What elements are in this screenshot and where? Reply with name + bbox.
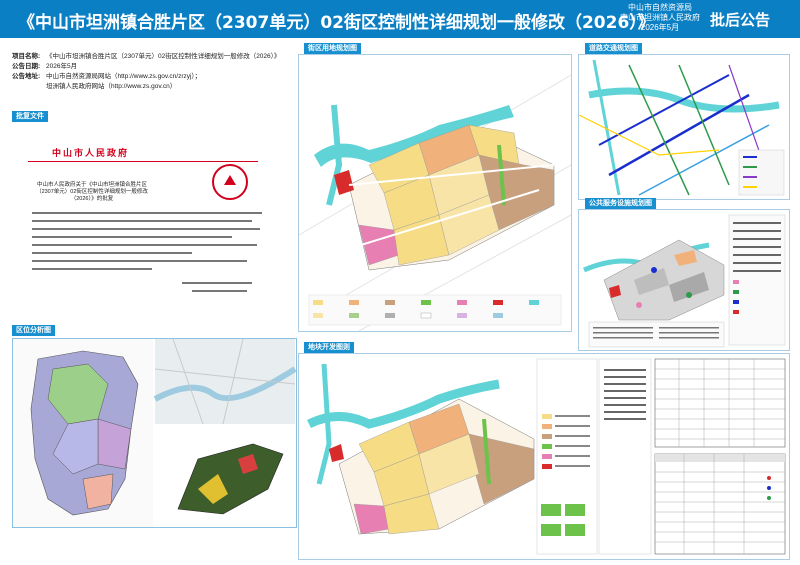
issuer-block: 中山市自然资源局 中山市坦洲镇人民政府 2026年5月: [605, 3, 715, 33]
landuse-map-panel: [298, 54, 572, 332]
doc-divider: [28, 161, 258, 162]
facility-map-panel: [578, 209, 790, 351]
info-key: 项目名称:: [12, 53, 41, 60]
info-value: 2026年5月: [46, 63, 78, 70]
section-label-traffic: 道路交通规划图: [585, 43, 642, 54]
info-row-project: 项目名称: 《中山市坦洲镇合胜片区（2307单元）02街区控制性详细规划一般修改…: [12, 52, 297, 62]
issuer-line2: 中山市坦洲镇人民政府: [620, 13, 700, 22]
info-key: 公告日期:: [12, 63, 41, 70]
location-panel: [12, 338, 297, 528]
address-line: 中山市自然资源局网站（http://www.zs.gov.cn/zrzyj）；: [46, 73, 202, 80]
section-label-approval: 批复文件: [12, 111, 48, 122]
traffic-map-panel: [578, 54, 790, 200]
plot-map: [299, 354, 789, 559]
approval-document: 中山市人民政府 中山市人民政府关于《中山市坦洲镇合胜片区（2307单元）02街区…: [12, 124, 295, 316]
landuse-map: [299, 55, 571, 331]
info-value: 《中山市坦洲镇合胜片区（2307单元）02街区控制性详细规划一般修改（2026）…: [46, 53, 281, 60]
section-label-plot: 地块开发图则: [304, 342, 354, 353]
doc-body-lines: [32, 212, 262, 292]
doc-letterhead: 中山市人民政府: [52, 148, 130, 158]
issuer-line1: 中山市自然资源局: [628, 3, 692, 12]
section-label-location: 区位分析图: [12, 325, 55, 336]
info-row-date: 公告日期: 2026年5月: [12, 62, 297, 72]
traffic-map: [579, 55, 789, 199]
info-key: 公告地址:: [12, 73, 41, 80]
facility-map: [579, 210, 789, 350]
plot-panel: [298, 353, 790, 560]
announce-label: 批后公告: [710, 11, 771, 29]
page-title: 《中山市坦洲镇合胜片区（2307单元）02街区控制性详细规划一般修改（2026）…: [18, 13, 655, 33]
seal-icon: [212, 164, 248, 200]
seal-star: [224, 175, 236, 185]
info-value: 中山市自然资源局网站（http://www.zs.gov.cn/zrzyj）； …: [46, 72, 201, 92]
info-row-address: 公告地址: 中山市自然资源局网站（http://www.zs.gov.cn/zr…: [12, 72, 297, 92]
address-line: 坦洲镇人民政府网站（http://www.zs.gov.cn）: [46, 83, 177, 90]
project-info: 项目名称: 《中山市坦洲镇合胜片区（2307单元）02街区控制性详细规划一般修改…: [12, 52, 297, 92]
doc-subject: 中山市人民政府关于《中山市坦洲镇合胜片区（2307单元）02街区控制性详细规划一…: [36, 182, 148, 202]
section-label-landuse: 街区用地规划图: [304, 43, 361, 54]
section-label-facility: 公共服务设施规划图: [585, 198, 656, 209]
location-maps: [13, 339, 296, 527]
issuer-date: 2026年5月: [640, 23, 680, 32]
